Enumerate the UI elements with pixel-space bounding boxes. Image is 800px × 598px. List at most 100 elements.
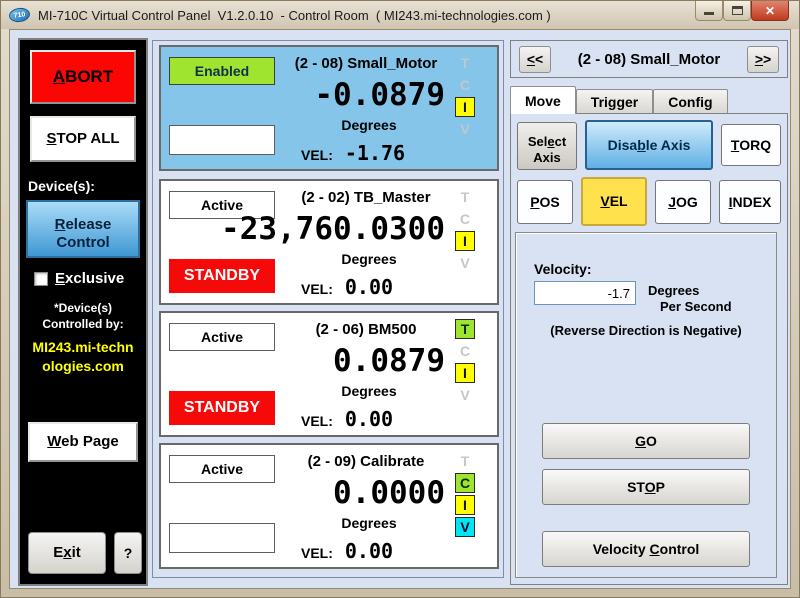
axis-panel-tb-master[interactable]: Active (2 - 02) TB_Master T C I V -23,76…: [159, 179, 499, 305]
window-title: MI-710C Virtual Control Panel V1.2.0.10 …: [38, 8, 551, 23]
vel-value: -1.76: [345, 141, 405, 165]
indicator-i: I: [455, 97, 475, 117]
app-icon: 710: [8, 7, 31, 24]
axis-indicators: T C I V: [455, 187, 475, 275]
minimize-button[interactable]: [695, 1, 723, 21]
close-button[interactable]: ✕: [751, 1, 789, 21]
jog-mode-button[interactable]: JOG: [655, 180, 711, 224]
axis-position-value: -23,760.0300: [221, 211, 445, 247]
sidebar: ABORT STOP ALL Device(s): ReleaseControl…: [18, 38, 148, 586]
vel-value: 0.00: [345, 407, 393, 431]
controlled-by-label: *Device(s)Controlled by:: [20, 300, 146, 332]
abort-button[interactable]: ABORT: [30, 50, 136, 104]
axis-indicators: T C I V: [455, 451, 475, 539]
torq-button[interactable]: TORQ: [721, 124, 781, 166]
axis-position-value: 0.0000: [333, 475, 445, 511]
vel-label: VEL:: [301, 413, 333, 429]
axis-velocity-row: VEL: 0.00: [301, 539, 393, 563]
indicator-v: V: [455, 385, 475, 405]
web-page-button[interactable]: Web Page: [28, 422, 138, 462]
axis-selector-header: << (2 - 08) Small_Motor >>: [510, 40, 788, 78]
axis-indicators: T C I V: [455, 53, 475, 141]
velocity-control-button[interactable]: Velocity ​Control: [542, 531, 750, 567]
tab-trigger[interactable]: Trigger: [576, 89, 653, 114]
index-mode-button[interactable]: INDEX: [719, 180, 781, 224]
indicator-v: V: [455, 517, 475, 537]
tab-move[interactable]: Move: [510, 86, 576, 114]
axis-velocity-row: VEL: -1.76: [301, 141, 405, 165]
axis-position-value: -0.0879: [314, 77, 445, 113]
previous-axis-button[interactable]: <<: [519, 46, 551, 73]
title-bar: 710 MI-710C Virtual Control Panel V1.2.0…: [1, 1, 799, 29]
devices-label: Device(s):: [28, 178, 95, 194]
axis-units-label: Degrees: [289, 515, 449, 531]
direction-note: (Reverse Direction is Negative): [516, 323, 776, 338]
indicator-c: C: [455, 473, 475, 493]
axis-title: (2 - 09) Calibrate: [279, 453, 453, 470]
axis-title: (2 - 08) Small_Motor: [279, 55, 453, 72]
vel-value: 0.00: [345, 275, 393, 299]
minimize-icon: [704, 12, 714, 15]
control-column: << (2 - 08) Small_Motor >> Move Trigger …: [510, 40, 788, 586]
velocity-units-label-2: Per Second: [660, 299, 732, 314]
axis-entry-field[interactable]: [169, 523, 275, 553]
go-button[interactable]: GO: [542, 423, 750, 459]
velocity-groupbox: Velocity: Degrees Per Second (Reverse Di…: [515, 232, 777, 578]
axis-position-value: 0.0879: [333, 343, 445, 379]
axis-panel-calibrate[interactable]: Active (2 - 09) Calibrate T C I V 0.0000…: [159, 443, 499, 569]
maximize-icon: [732, 6, 743, 15]
standby-badge: STANDBY: [169, 391, 275, 425]
axis-status-button[interactable]: Active: [169, 455, 275, 483]
controlling-host-label: MI243.mi-technologies.com: [20, 338, 146, 376]
axis-velocity-row: VEL: 0.00: [301, 407, 393, 431]
tab-config[interactable]: Config: [653, 89, 727, 114]
indicator-v: V: [455, 253, 475, 273]
window-frame: 710 MI-710C Virtual Control Panel V1.2.0…: [0, 0, 800, 598]
vel-label: VEL:: [301, 147, 333, 163]
release-control-button[interactable]: ReleaseControl: [26, 200, 140, 258]
indicator-i: I: [455, 363, 475, 383]
client-area: ABORT STOP ALL Device(s): ReleaseControl…: [9, 29, 791, 589]
next-axis-button[interactable]: >>: [747, 46, 779, 73]
axis-entry-field[interactable]: [169, 125, 275, 155]
axis-indicators: T C I V: [455, 319, 475, 407]
axis-units-label: Degrees: [289, 251, 449, 267]
indicator-v: V: [455, 119, 475, 139]
disable-axis-button[interactable]: Disable Axis: [585, 120, 713, 170]
axis-title: (2 - 06) BM500: [279, 321, 453, 338]
selected-axis-label: (2 - 08) Small_Motor: [555, 41, 743, 79]
exclusive-label: Exclusive: [55, 270, 124, 287]
indicator-i: I: [455, 231, 475, 251]
indicator-t: T: [455, 451, 475, 471]
indicator-c: C: [455, 341, 475, 361]
select-axis-button[interactable]: SelectAxis: [517, 122, 577, 170]
axis-status-button[interactable]: Active: [169, 323, 275, 351]
exclusive-checkbox[interactable]: [34, 272, 48, 286]
vel-label: VEL:: [301, 545, 333, 561]
velocity-input[interactable]: [534, 281, 636, 305]
stop-all-button[interactable]: STOP ALL: [30, 116, 136, 162]
vel-label: VEL:: [301, 281, 333, 297]
axis-status-button[interactable]: Enabled: [169, 57, 275, 85]
indicator-t: T: [455, 53, 475, 73]
velocity-label: Velocity:: [534, 261, 592, 277]
tab-strip: Move Trigger Config: [510, 86, 788, 114]
axis-title: (2 - 02) TB_Master: [279, 189, 453, 206]
help-button[interactable]: ?: [114, 532, 142, 574]
exclusive-checkbox-row: Exclusive: [34, 270, 124, 287]
axis-units-label: Degrees: [289, 117, 449, 133]
close-icon: ✕: [765, 4, 775, 18]
indicator-c: C: [455, 75, 475, 95]
exit-button[interactable]: Exit: [28, 532, 106, 574]
axis-panel-bm500[interactable]: Active (2 - 06) BM500 T C I V 0.0879 Deg…: [159, 311, 499, 437]
axis-panel-small-motor[interactable]: Enabled (2 - 08) Small_Motor T C I V -0.…: [159, 45, 499, 171]
pos-mode-button[interactable]: POS: [517, 180, 573, 224]
stop-button[interactable]: STOP: [542, 469, 750, 505]
axes-list: Enabled (2 - 08) Small_Motor T C I V -0.…: [152, 40, 504, 578]
maximize-button[interactable]: [723, 1, 751, 21]
indicator-t: T: [455, 187, 475, 207]
indicator-t: T: [455, 319, 475, 339]
vel-value: 0.00: [345, 539, 393, 563]
velocity-units-label: Degrees: [648, 283, 699, 298]
vel-mode-button[interactable]: VEL: [581, 177, 647, 226]
